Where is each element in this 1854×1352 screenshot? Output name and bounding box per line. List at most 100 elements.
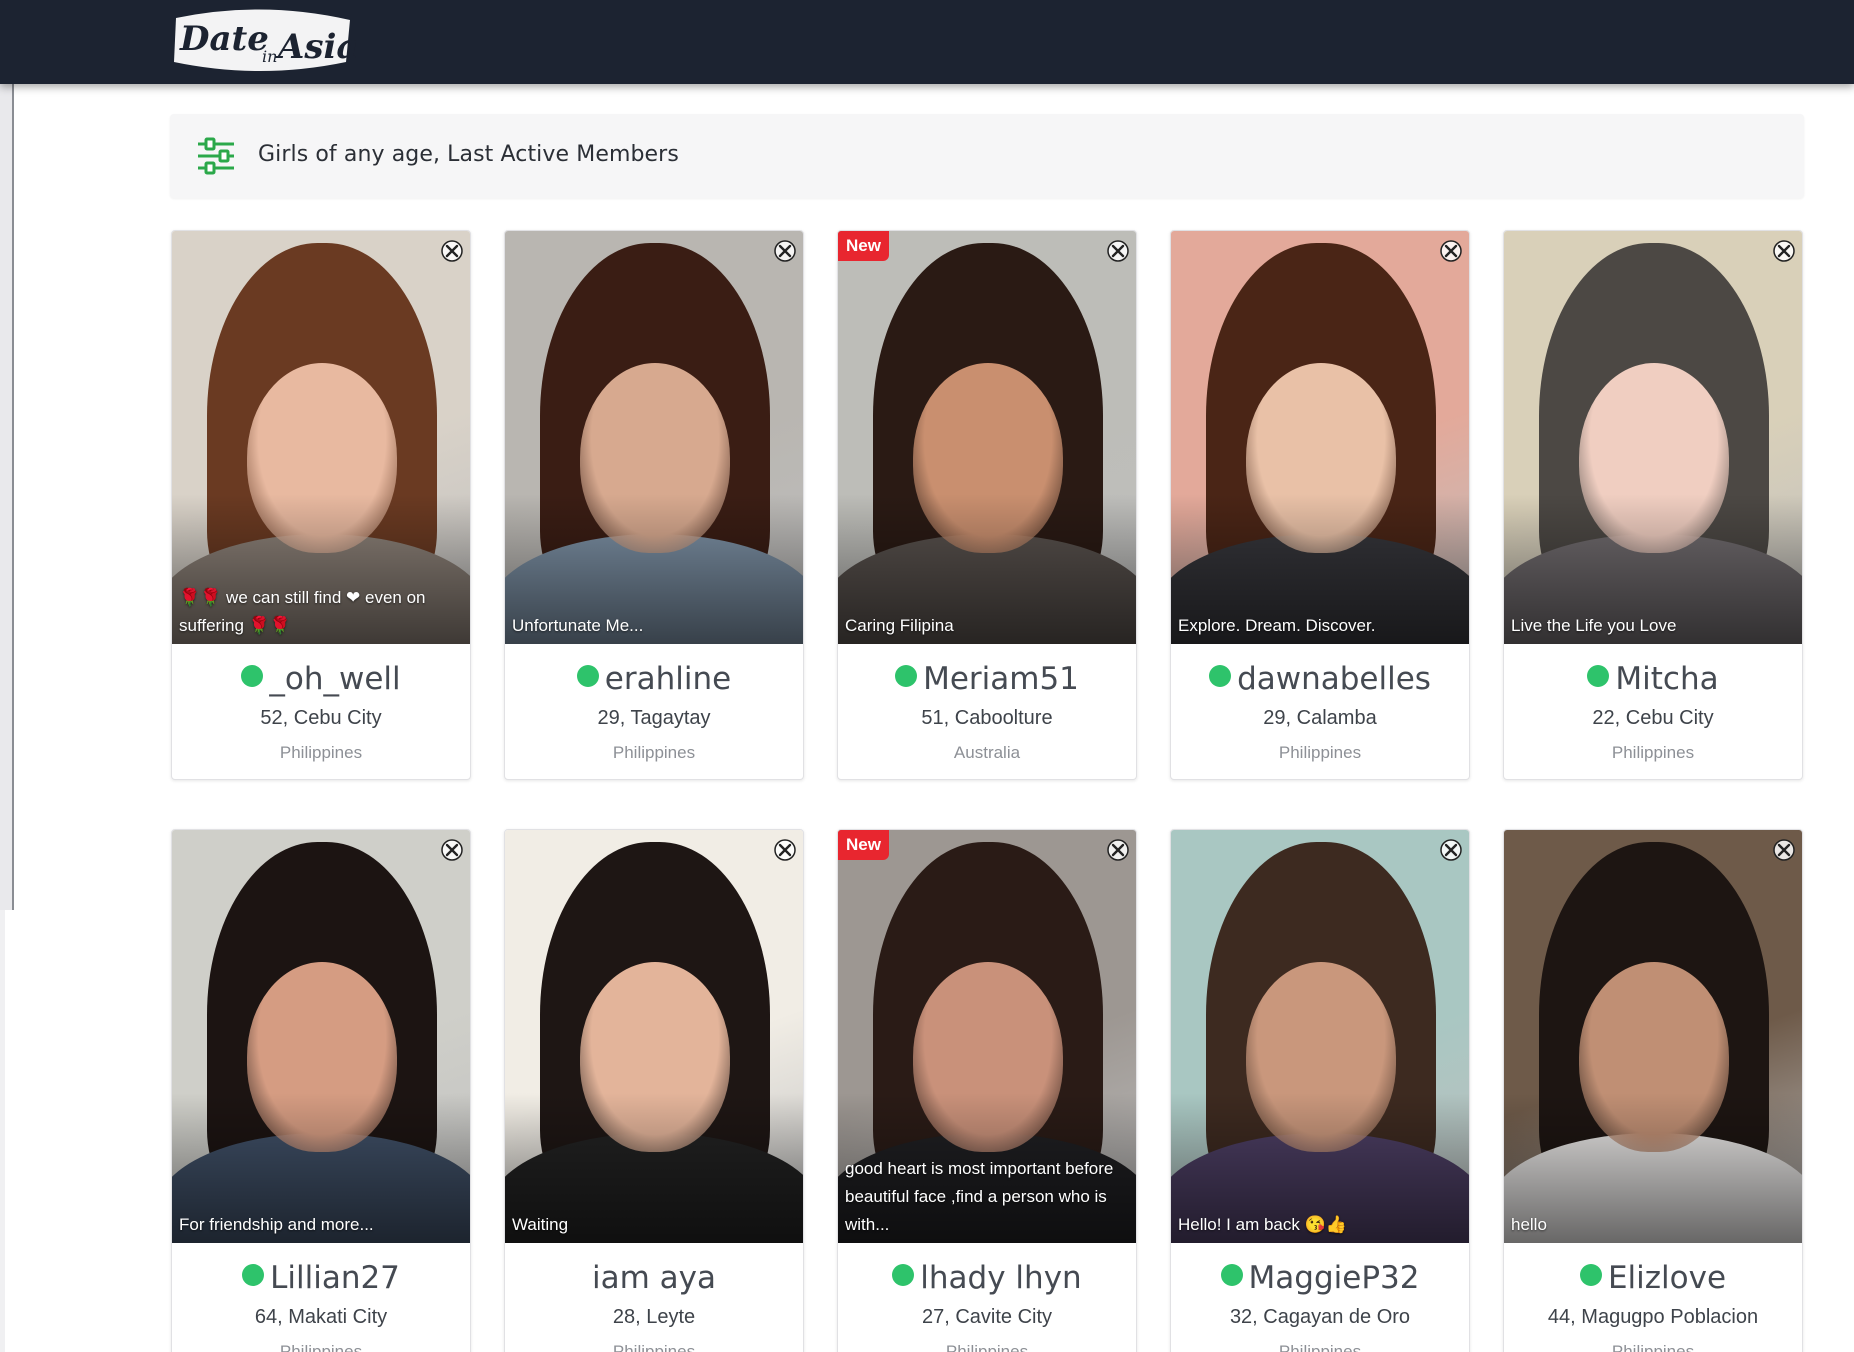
profile-name-row[interactable]: erahline <box>505 661 803 697</box>
logo-image: Date in Asia <box>174 9 358 71</box>
profile-card[interactable]: For friendship and more... Lillian27 64,… <box>171 829 471 1352</box>
profile-username[interactable]: erahline <box>605 661 731 697</box>
profile-username[interactable]: Meriam51 <box>923 661 1079 697</box>
profile-photo[interactable]: good heart is most important before beau… <box>838 830 1136 1243</box>
svg-text:Date: Date <box>179 19 269 59</box>
profile-username[interactable]: Mitcha <box>1615 661 1718 697</box>
profile-photo[interactable]: Caring Filipina New <box>838 231 1136 644</box>
profile-photo[interactable]: For friendship and more... <box>172 830 470 1243</box>
search-filter-bar[interactable]: Girls of any age, Last Active Members <box>170 114 1804 198</box>
close-icon[interactable] <box>1106 838 1130 862</box>
profile-country: Philippines <box>1611 743 1695 762</box>
profile-caption: Caring Filipina <box>845 616 954 635</box>
profile-country: Philippines <box>1611 1342 1695 1352</box>
close-icon[interactable] <box>440 838 464 862</box>
profile-photo[interactable]: hello <box>1504 830 1802 1243</box>
profile-country: Philippines <box>945 1342 1029 1352</box>
online-status-icon <box>1220 1264 1243 1286</box>
profile-age-city: 29, Tagaytay <box>597 707 711 729</box>
profile-username[interactable]: dawnabelles <box>1237 661 1431 697</box>
online-status-icon <box>892 1264 915 1286</box>
profile-caption: 🌹🌹 we can still find ❤ even on suffering… <box>179 588 426 635</box>
close-icon[interactable] <box>1772 239 1796 263</box>
close-icon[interactable] <box>1106 239 1130 263</box>
profile-name-row[interactable]: _oh_well <box>172 661 470 697</box>
svg-text:in: in <box>262 47 277 66</box>
profile-name-row[interactable]: Lillian27 <box>172 1260 470 1296</box>
profile-photo[interactable]: Waiting <box>505 830 803 1243</box>
profile-name-row[interactable]: lhady lhyn <box>838 1260 1136 1296</box>
profile-age-city: 27, Cavite City <box>921 1306 1053 1328</box>
left-edge-lower <box>0 910 5 1352</box>
profile-photo[interactable]: Explore. Dream. Discover. <box>1171 231 1469 644</box>
profile-card[interactable]: good heart is most important before beau… <box>837 829 1137 1352</box>
profile-country: Philippines <box>612 743 696 762</box>
online-status-icon <box>576 665 599 687</box>
profile-caption: hello <box>1511 1215 1547 1234</box>
profile-photo[interactable]: Unfortunate Me... <box>505 231 803 644</box>
profile-card[interactable]: Unfortunate Me... erahline 29, Tagaytay … <box>504 230 804 780</box>
profile-photo[interactable]: Hello! I am back 😘👍 <box>1171 830 1469 1243</box>
profile-name-row[interactable]: dawnabelles <box>1171 661 1469 697</box>
profile-country: Australia <box>953 743 1021 762</box>
sliders-icon[interactable] <box>196 136 236 176</box>
profile-age-city: 44, Magugpo Poblacion <box>1547 1306 1759 1328</box>
profile-name-row[interactable]: Elizlove <box>1504 1260 1802 1296</box>
filter-summary-text[interactable]: Girls of any age, Last Active Members <box>258 142 679 167</box>
profile-country: Philippines <box>1278 743 1362 762</box>
profile-age-city: 64, Makati City <box>254 1306 388 1328</box>
close-icon[interactable] <box>773 239 797 263</box>
top-navigation-bar: Date in Asia <box>0 0 1854 84</box>
profile-age-city: 32, Cagayan de Oro <box>1229 1306 1411 1328</box>
profile-username[interactable]: Elizlove <box>1608 1260 1726 1296</box>
profile-card[interactable]: Explore. Dream. Discover. dawnabelles 29… <box>1170 230 1470 780</box>
online-status-icon <box>242 1264 265 1286</box>
close-icon[interactable] <box>773 838 797 862</box>
profile-username[interactable]: iam aya <box>592 1260 716 1296</box>
online-status-icon <box>1587 665 1610 687</box>
profile-age-city: 29, Calamba <box>1263 707 1377 729</box>
profile-caption: Live the Life you Love <box>1511 616 1677 635</box>
site-logo[interactable]: Date in Asia <box>168 6 358 76</box>
profile-age-city: 51, Caboolture <box>921 707 1053 729</box>
profile-name-row[interactable]: iam aya <box>505 1260 803 1296</box>
profile-name-row[interactable]: Meriam51 <box>838 661 1136 697</box>
profile-caption: good heart is most important before beau… <box>845 1159 1114 1234</box>
new-member-badge: New <box>838 830 889 860</box>
online-status-icon <box>1209 665 1232 687</box>
profile-card[interactable]: Caring Filipina New Meriam51 51, Caboolt… <box>837 230 1137 780</box>
profile-username[interactable]: _oh_well <box>269 661 400 697</box>
profile-age-city: 52, Cebu City <box>260 707 382 729</box>
profile-photo[interactable]: 🌹🌹 we can still find ❤ even on suffering… <box>172 231 470 644</box>
online-status-icon <box>241 665 264 687</box>
profile-name-row[interactable]: MaggieP32 <box>1171 1260 1469 1296</box>
profile-country: Philippines <box>279 1342 363 1352</box>
left-scroll-edge <box>0 84 14 910</box>
profile-age-city: 22, Cebu City <box>1592 707 1714 729</box>
profile-name-row[interactable]: Mitcha <box>1504 661 1802 697</box>
profile-caption: Unfortunate Me... <box>512 616 644 635</box>
online-status-icon <box>1579 1264 1602 1286</box>
close-icon[interactable] <box>440 239 464 263</box>
profile-card[interactable]: Waiting iam aya 28, Leyte Philippines <box>504 829 804 1352</box>
close-icon[interactable] <box>1439 239 1463 263</box>
profile-country: Philippines <box>1278 1342 1362 1352</box>
profile-card[interactable]: Hello! I am back 😘👍 MaggieP32 32, Cagaya… <box>1170 829 1470 1352</box>
profile-card[interactable]: 🌹🌹 we can still find ❤ even on suffering… <box>171 230 471 780</box>
new-member-badge: New <box>838 231 889 261</box>
profile-username[interactable]: Lillian27 <box>270 1260 400 1296</box>
profile-country: Philippines <box>279 743 363 762</box>
close-icon[interactable] <box>1439 838 1463 862</box>
online-status-icon <box>895 665 918 687</box>
profile-caption: Explore. Dream. Discover. <box>1178 616 1376 635</box>
profile-card[interactable]: hello Elizlove 44, Magugpo Poblacion Phi… <box>1503 829 1803 1352</box>
profile-caption: Waiting <box>512 1215 569 1234</box>
profile-username[interactable]: MaggieP32 <box>1249 1260 1420 1296</box>
profile-card[interactable]: Live the Life you Love Mitcha 22, Cebu C… <box>1503 230 1803 780</box>
profile-photo[interactable]: Live the Life you Love <box>1504 231 1802 644</box>
profile-age-city: 28, Leyte <box>612 1306 696 1328</box>
profile-username[interactable]: lhady lhyn <box>920 1260 1081 1296</box>
close-icon[interactable] <box>1772 838 1796 862</box>
profile-caption: For friendship and more... <box>179 1215 374 1234</box>
profile-caption: Hello! I am back 😘👍 <box>1178 1215 1347 1234</box>
